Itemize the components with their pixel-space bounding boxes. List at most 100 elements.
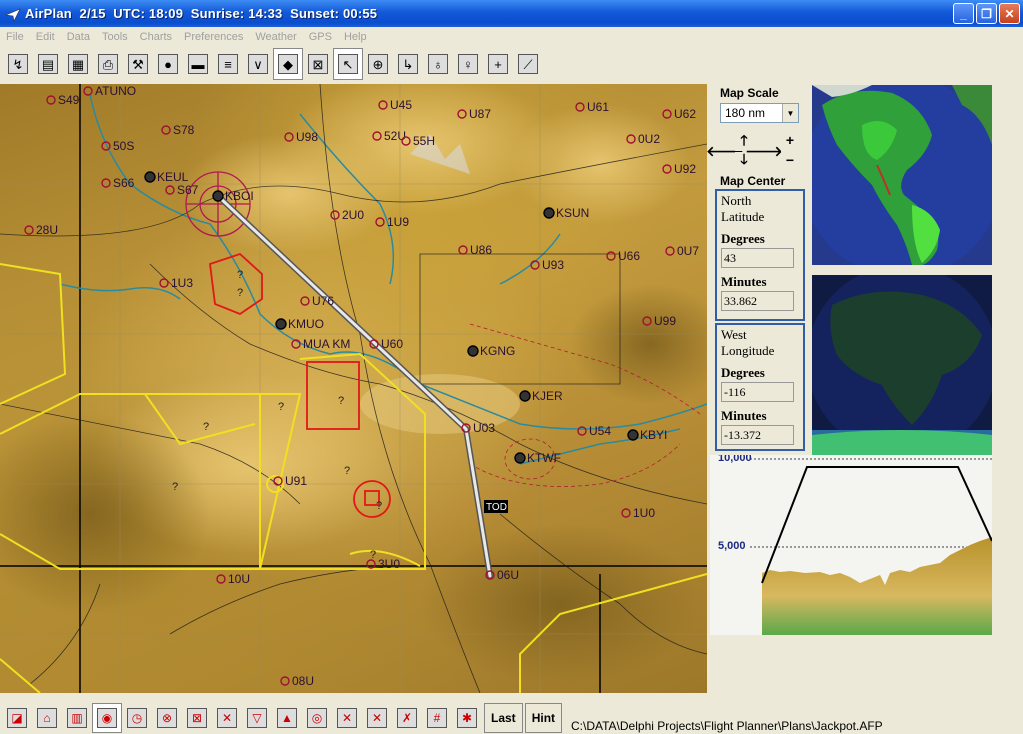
menu-tools[interactable]: Tools <box>96 31 134 43</box>
airport-s66[interactable]: S66 <box>101 176 135 190</box>
airport-0u7[interactable]: 0U7 <box>665 244 699 258</box>
airport-kgng[interactable]: KGNG <box>467 344 515 358</box>
longitude-minutes-field[interactable]: -13.372 <box>721 425 794 445</box>
restricted-button[interactable]: ⊠ <box>182 703 212 733</box>
target-button[interactable]: ✱ <box>452 703 482 733</box>
diagonal-button[interactable]: ⟋ <box>513 48 543 80</box>
menu-charts[interactable]: Charts <box>134 31 178 43</box>
airport-u62[interactable]: U62 <box>662 107 696 121</box>
airport-label: U91 <box>285 474 307 488</box>
airplane-icon <box>5 7 21 22</box>
menu-preferences[interactable]: Preferences <box>178 31 249 43</box>
airport-10u[interactable]: 10U <box>216 572 250 586</box>
pin-outline-button[interactable]: ♀ <box>453 48 483 80</box>
map-view[interactable]: TOD S49 U45 U87 U61 U62 S78 U98 52U 55H 0U2 50S U92… <box>0 84 707 693</box>
grid-button[interactable]: ⊠ <box>303 48 333 80</box>
grid-icon: ⊠ <box>308 54 328 74</box>
chevron-down-button[interactable]: ∨ <box>243 48 273 80</box>
airport-kmuo[interactable]: KMUO <box>275 317 324 331</box>
airport-ksun[interactable]: KSUN <box>543 206 589 220</box>
pointer-button[interactable]: ↖ <box>333 48 363 80</box>
pin-button[interactable]: ♁ <box>423 48 453 80</box>
airport-label: KEUL <box>157 170 189 184</box>
world-map-button[interactable]: ◆ <box>273 48 303 80</box>
airport-u54[interactable]: U54 <box>577 424 611 438</box>
airport-label: S78 <box>173 123 195 137</box>
terrain-button[interactable]: ▬ <box>183 48 213 80</box>
intersection-button[interactable]: ✗ <box>392 703 422 733</box>
close-button[interactable]: ✕ <box>999 3 1020 24</box>
airport-atuno[interactable]: ATUNO <box>83 84 136 98</box>
airport-kjer[interactable]: KJER <box>519 389 563 403</box>
map-canvas[interactable]: TOD S49 U45 U87 U61 U62 S78 U98 52U 55H 0U2 50S U92… <box>0 84 707 693</box>
airport-kboi[interactable]: KBOI <box>212 189 254 203</box>
clock-icon: ◷ <box>127 708 147 728</box>
airspace-icon: ⊗ <box>157 708 177 728</box>
compass-button[interactable]: ◉ <box>92 703 122 733</box>
airport-s49[interactable]: S49 <box>46 93 80 107</box>
globe-button[interactable]: ● <box>153 48 183 80</box>
menu-weather[interactable]: Weather <box>249 31 302 43</box>
edit-document-button[interactable]: ▦ <box>63 48 93 80</box>
menu-edit[interactable]: Edit <box>30 31 61 43</box>
west-longitude-box: West Longitude Degrees -116 Minutes -13.… <box>715 323 805 451</box>
restricted-icon: ⊠ <box>187 708 207 728</box>
close-x-button[interactable]: ✕ <box>332 703 362 733</box>
pan-left-button[interactable]: 🡐 <box>706 142 744 160</box>
hash-button[interactable]: # <box>422 703 452 733</box>
airport-08u[interactable]: 08U <box>280 674 314 688</box>
crosshair-button[interactable]: ⊕ <box>363 48 393 80</box>
airport-u86[interactable]: U86 <box>458 243 492 257</box>
plus-button[interactable]: + <box>483 48 513 80</box>
latitude-minutes-field[interactable]: 33.862 <box>721 291 794 311</box>
zoom-out-button[interactable]: − <box>781 151 799 169</box>
longitude-degrees-field[interactable]: -116 <box>721 382 794 402</box>
airport-u66[interactable]: U66 <box>606 249 640 263</box>
mountain-button[interactable]: ▲ <box>272 703 302 733</box>
layers-button[interactable]: ≡ <box>213 48 243 80</box>
chevron-down-icon[interactable]: ▼ <box>782 104 798 122</box>
airport-s78[interactable]: S78 <box>161 123 195 137</box>
latitude-degrees-field[interactable]: 43 <box>721 248 794 268</box>
maximize-button[interactable]: ❐ <box>976 3 997 24</box>
airspace-button[interactable]: ⊗ <box>152 703 182 733</box>
airport-28u[interactable]: 28U <box>24 223 58 237</box>
menu-gps[interactable]: GPS <box>303 31 338 43</box>
database-button[interactable]: ▥ <box>62 703 92 733</box>
airport-s67[interactable]: S67 <box>165 183 199 197</box>
menu-file[interactable]: File <box>0 31 30 43</box>
globe-view-eastern[interactable] <box>812 275 992 455</box>
tools-button[interactable]: ⚒ <box>123 48 153 80</box>
airport-kbyi[interactable]: KBYI <box>627 428 667 442</box>
clock-button[interactable]: ◷ <box>122 703 152 733</box>
menu-help[interactable]: Help <box>338 31 373 43</box>
waypoint-button[interactable]: ↳ <box>393 48 423 80</box>
menu-data[interactable]: Data <box>61 31 96 43</box>
terrain-view-button[interactable]: ◪ <box>2 703 32 733</box>
close-x-2-button[interactable]: ✕ <box>362 703 392 733</box>
route-cross-icon: ✕ <box>217 708 237 728</box>
route-cross-button[interactable]: ✕ <box>212 703 242 733</box>
hint-button[interactable]: Hint <box>524 703 563 733</box>
pan-right-button[interactable]: 🡒 <box>745 142 783 160</box>
new-document-button[interactable]: ▤ <box>33 48 63 80</box>
airport-ktwf[interactable]: KTWF <box>514 451 561 465</box>
unknown-marker: ? <box>172 481 178 493</box>
vor-button[interactable]: ◎ <box>302 703 332 733</box>
print-button[interactable]: ⎙ <box>93 48 123 80</box>
chevron-down-icon: ∨ <box>248 54 268 74</box>
airport-keul[interactable]: KEUL <box>144 170 189 184</box>
triangle-button[interactable]: ▽ <box>242 703 272 733</box>
map-scale-select[interactable]: 180 nm ▼ <box>720 103 799 123</box>
close-x-2-icon: ✕ <box>367 708 387 728</box>
globe-view-americas[interactable] <box>812 85 992 265</box>
minimize-button[interactable]: _ <box>953 3 974 24</box>
airport-u76[interactable]: U76 <box>300 294 334 308</box>
last-button[interactable]: Last <box>484 703 523 733</box>
airport-label: 1U3 <box>171 276 193 290</box>
home-button[interactable]: ⌂ <box>32 703 62 733</box>
zoom-in-button[interactable]: + <box>781 131 799 149</box>
airport-1u0[interactable]: 1U0 <box>621 506 655 520</box>
route-button[interactable]: ↯ <box>3 48 33 80</box>
hash-icon: # <box>427 708 447 728</box>
